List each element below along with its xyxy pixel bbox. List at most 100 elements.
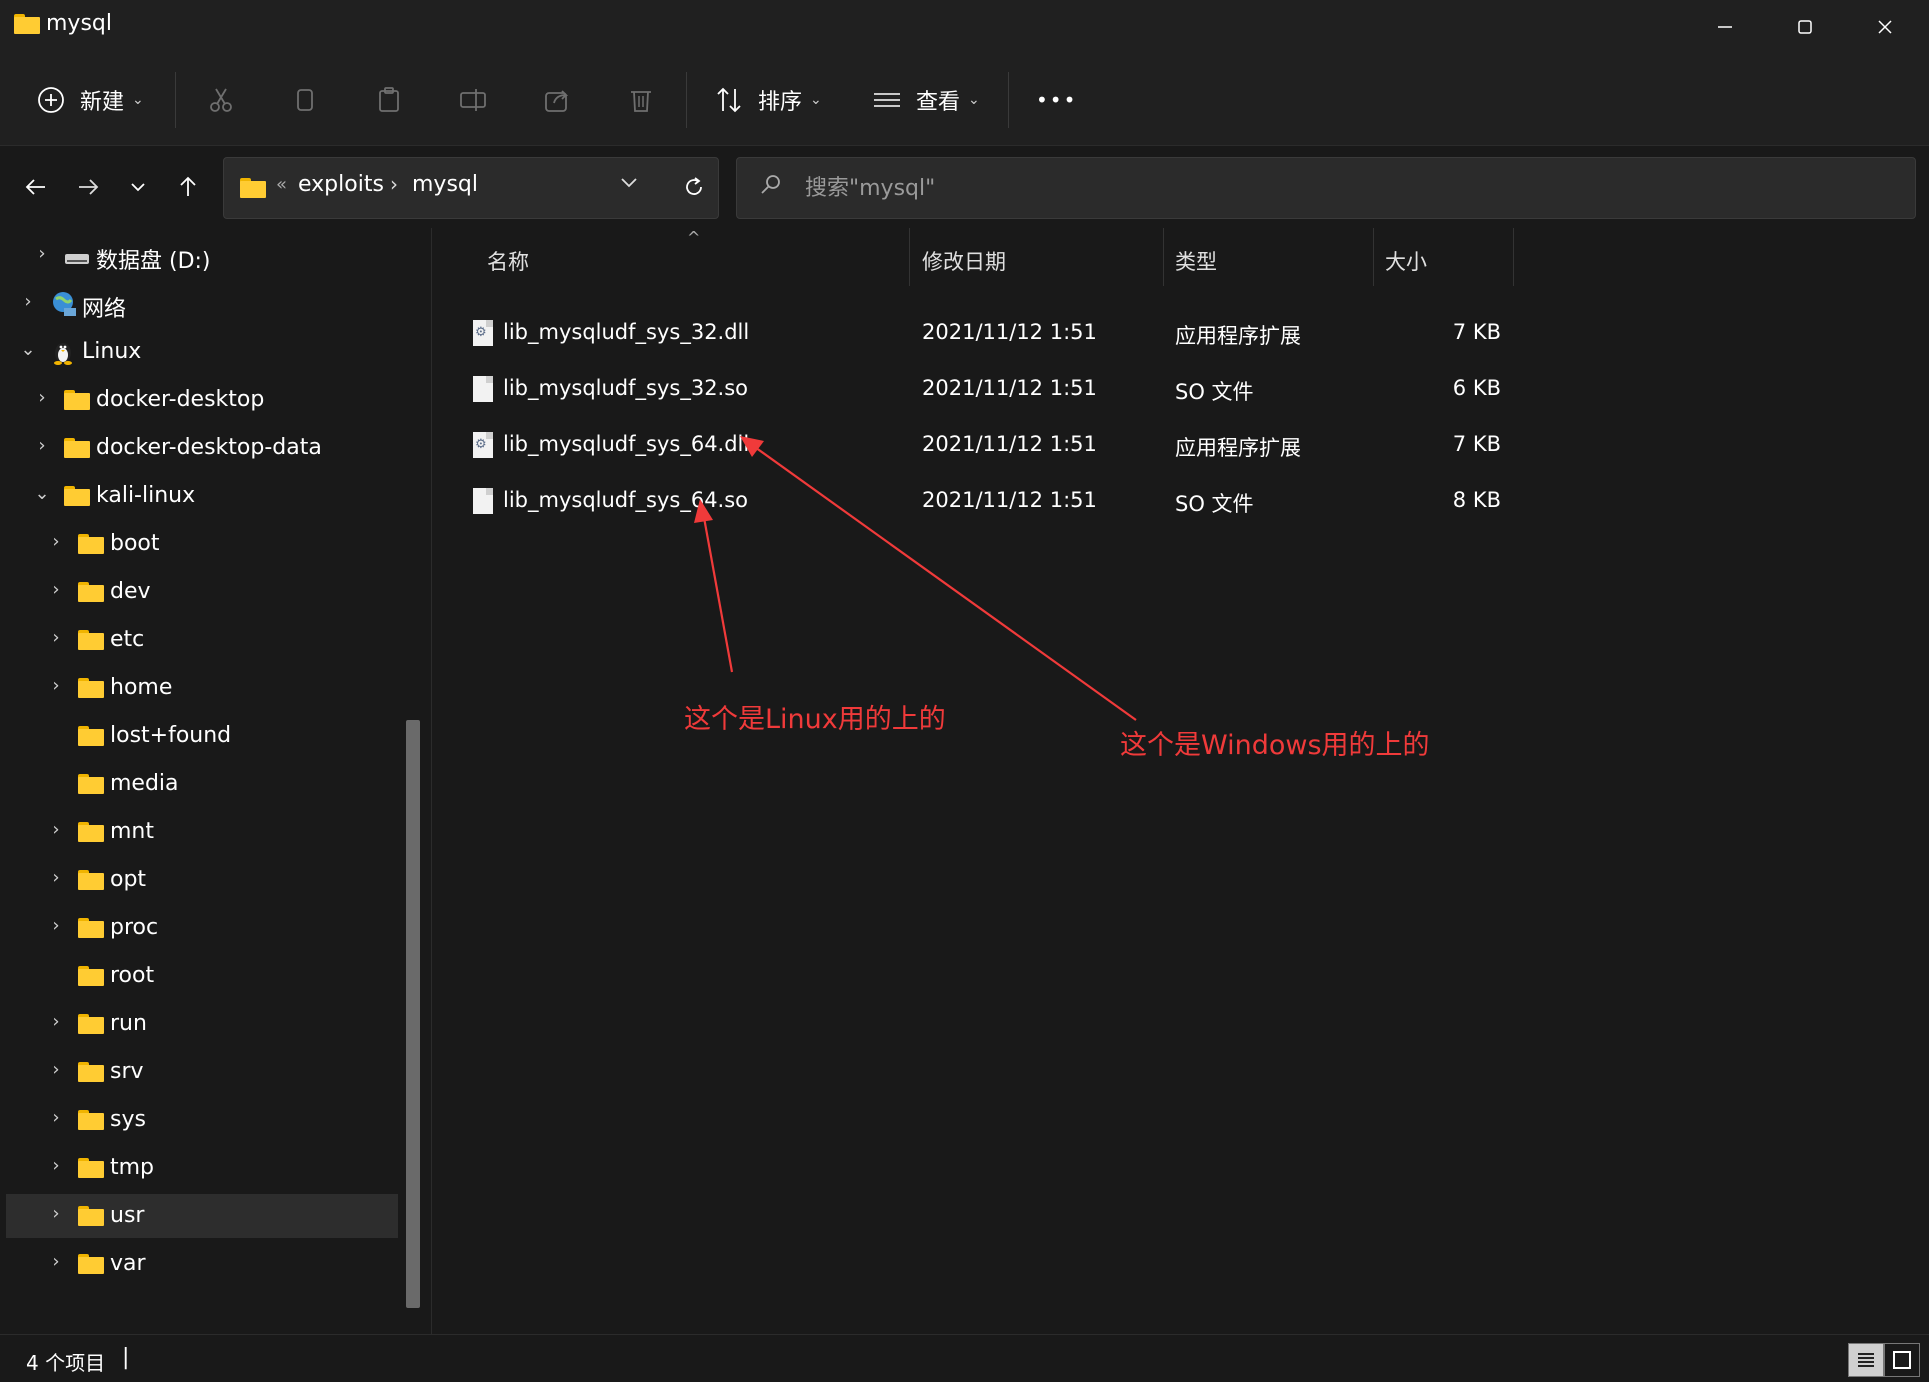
search-input[interactable] <box>805 168 1885 208</box>
sidebar-item-opt[interactable]: › opt <box>6 858 398 902</box>
column-type-label: 类型 <box>1175 250 1217 274</box>
new-button[interactable]: 新建 ⌄ <box>36 74 144 126</box>
sidebar-item-kali-linux[interactable]: ⌄ kali-linux <box>6 474 398 518</box>
recent-locations-button[interactable] <box>114 163 162 211</box>
chevron-right-icon[interactable]: › <box>46 1059 66 1080</box>
sidebar-item-label: boot <box>110 531 160 556</box>
breadcrumb-overflow[interactable]: « <box>276 174 287 195</box>
breadcrumb-exploits[interactable]: exploits <box>298 172 384 197</box>
column-header-date[interactable]: 修改日期 <box>922 234 1006 288</box>
chevron-right-icon[interactable]: › <box>46 627 66 648</box>
sidebar-item-lost-found[interactable]: lost+found <box>6 714 398 758</box>
chevron-right-icon[interactable]: › <box>46 819 66 840</box>
back-button[interactable] <box>12 163 60 211</box>
chevron-right-icon[interactable]: › <box>46 1251 66 1272</box>
view-button[interactable]: 查看 ⌄ <box>872 74 980 126</box>
title-bar[interactable]: mysql <box>0 0 1929 54</box>
close-button[interactable] <box>1845 0 1925 54</box>
tiles-view-icon <box>1893 1351 1911 1369</box>
details-view-button[interactable] <box>1848 1343 1884 1377</box>
dll-file-icon <box>473 320 493 346</box>
file-date: 2021/11/12 1:51 <box>922 488 1097 512</box>
sidebar-item-srv[interactable]: › srv <box>6 1050 398 1094</box>
chevron-down-icon[interactable]: ⌄ <box>32 483 52 504</box>
column-header-type[interactable]: 类型 <box>1175 234 1217 288</box>
table-row[interactable]: lib_mysqludf_sys_64.dll 2021/11/12 1:51 应用… <box>433 420 1533 472</box>
forward-button[interactable] <box>64 163 112 211</box>
sort-label: 排序 <box>758 90 803 115</box>
chevron-right-icon[interactable]: › <box>32 435 52 456</box>
chevron-right-icon[interactable]: › <box>18 291 38 312</box>
minimize-button[interactable] <box>1685 0 1765 54</box>
column-divider[interactable] <box>1163 228 1164 286</box>
sidebar-item-sys[interactable]: › sys <box>6 1098 398 1142</box>
sidebar-item-[interactable]: › 网络 <box>6 282 398 326</box>
folder-icon <box>78 774 104 794</box>
sidebar-item-boot[interactable]: › boot <box>6 522 398 566</box>
cut-button[interactable] <box>206 74 236 126</box>
tiles-view-button[interactable] <box>1884 1343 1920 1377</box>
sidebar-item-etc[interactable]: › etc <box>6 618 398 662</box>
chevron-right-icon[interactable]: › <box>46 867 66 888</box>
share-button[interactable] <box>542 74 572 126</box>
sidebar-item-proc[interactable]: › proc <box>6 906 398 950</box>
chevron-right-icon[interactable]: › <box>46 675 66 696</box>
chevron-down-icon: ⌄ <box>132 92 144 108</box>
chevron-right-icon[interactable]: › <box>46 1107 66 1128</box>
chevron-right-icon[interactable]: › <box>46 1011 66 1032</box>
breadcrumb-mysql[interactable]: mysql <box>412 172 478 197</box>
folder-icon <box>78 1110 104 1130</box>
view-label: 查看 <box>916 90 961 115</box>
sidebar-item-dev[interactable]: › dev <box>6 570 398 614</box>
table-row[interactable]: lib_mysqludf_sys_32.dll 2021/11/12 1:51 应用… <box>433 308 1533 360</box>
column-divider[interactable] <box>909 228 910 286</box>
arrow-left-icon <box>25 179 45 195</box>
sidebar-item-root[interactable]: root <box>6 954 398 998</box>
chevron-down-icon[interactable]: ⌄ <box>18 339 38 360</box>
chevron-right-icon[interactable]: › <box>46 579 66 600</box>
chevron-right-icon[interactable]: › <box>46 915 66 936</box>
sidebar-item-run[interactable]: › run <box>6 1002 398 1046</box>
folder-icon <box>78 726 104 746</box>
rename-button[interactable] <box>458 74 488 126</box>
sidebar-item-docker-desktop[interactable]: › docker-desktop <box>6 378 398 422</box>
chevron-right-icon[interactable]: › <box>46 1203 66 1224</box>
chevron-right-icon[interactable]: › <box>46 1155 66 1176</box>
chevron-right-icon[interactable]: › <box>32 243 52 264</box>
sidebar-item-tmp[interactable]: › tmp <box>6 1146 398 1190</box>
folder-icon <box>78 678 104 698</box>
sidebar-scrollbar[interactable] <box>406 720 420 1308</box>
linux-icon <box>50 338 76 365</box>
more-options-button[interactable]: ••• <box>1036 74 1077 126</box>
chevron-right-icon[interactable]: › <box>32 387 52 408</box>
sidebar-item-d[interactable]: › 数据盘 (D:) <box>6 234 398 278</box>
sidebar-item-linux[interactable]: ⌄ Linux <box>6 330 398 374</box>
up-button[interactable] <box>164 163 212 211</box>
column-header-name[interactable]: 名称 <box>487 234 529 288</box>
maximize-icon <box>1798 20 1812 34</box>
sidebar-item-docker-desktop-data[interactable]: › docker-desktop-data <box>6 426 398 470</box>
refresh-button[interactable] <box>670 163 718 211</box>
sidebar-item-media[interactable]: media <box>6 762 398 806</box>
address-bar[interactable]: « exploits › mysql <box>223 157 719 219</box>
copy-button[interactable] <box>290 74 320 126</box>
column-divider[interactable] <box>1373 228 1374 286</box>
sidebar-item-usr[interactable]: › usr <box>6 1194 398 1238</box>
sidebar-item-label: root <box>110 963 155 988</box>
column-divider[interactable] <box>1513 228 1514 286</box>
table-row[interactable]: lib_mysqludf_sys_64.so 2021/11/12 1:51 SO … <box>433 476 1533 528</box>
maximize-button[interactable] <box>1765 0 1845 54</box>
sidebar-item-home[interactable]: › home <box>6 666 398 710</box>
file-icon <box>473 376 493 402</box>
sort-button[interactable]: 排序 ⌄ <box>714 74 822 126</box>
table-row[interactable]: lib_mysqludf_sys_32.so 2021/11/12 1:51 SO … <box>433 364 1533 416</box>
paste-button[interactable] <box>374 74 404 126</box>
trash-icon <box>631 91 651 112</box>
address-dropdown-button[interactable] <box>619 172 639 197</box>
chevron-right-icon[interactable]: › <box>46 531 66 552</box>
sidebar-item-var[interactable]: › var <box>6 1242 398 1286</box>
column-header-size[interactable]: 大小 <box>1385 234 1427 288</box>
search-box[interactable] <box>736 157 1916 219</box>
delete-button[interactable] <box>626 74 656 126</box>
sidebar-item-mnt[interactable]: › mnt <box>6 810 398 854</box>
